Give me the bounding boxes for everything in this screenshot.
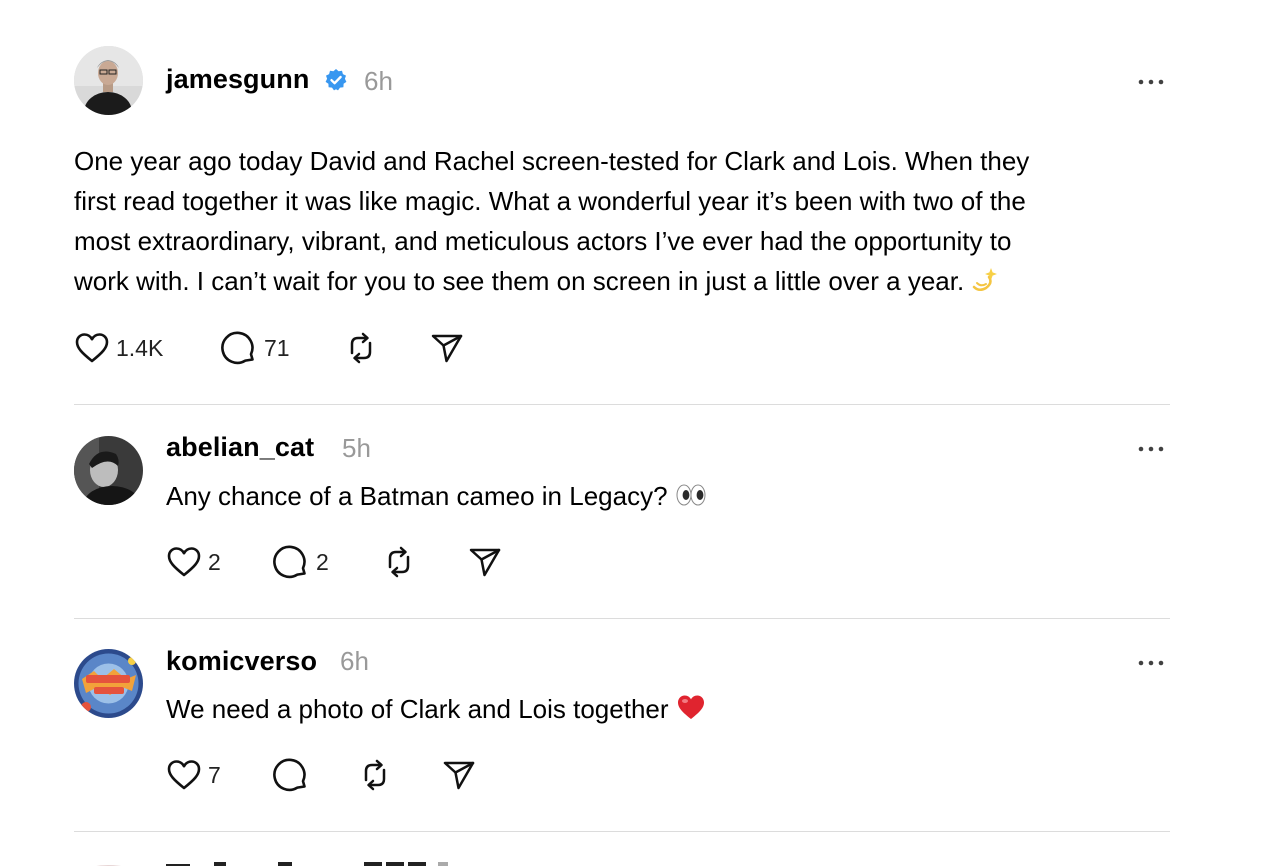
- share-button[interactable]: [466, 542, 504, 582]
- avatar[interactable]: [74, 649, 143, 718]
- timestamp[interactable]: 6h: [364, 66, 393, 97]
- username[interactable]: abelian_cat: [166, 432, 314, 463]
- send-icon: [443, 761, 475, 790]
- reply-icon: [273, 545, 306, 579]
- reply-text: We need a photo of Clark and Lois togeth…: [166, 689, 1066, 732]
- avatar[interactable]: [74, 46, 143, 115]
- repost-button[interactable]: [356, 755, 394, 795]
- avatar[interactable]: [74, 436, 143, 505]
- send-icon: [469, 548, 501, 577]
- username[interactable]: komicverso: [166, 646, 317, 677]
- dizzy-emoji-icon: [971, 264, 999, 304]
- share-button[interactable]: [440, 755, 478, 795]
- reply-button[interactable]: 71: [220, 328, 290, 368]
- like-count: 1.4K: [116, 334, 164, 361]
- like-count: 2: [208, 548, 221, 575]
- divider: [74, 831, 1170, 832]
- reply-count: 71: [264, 334, 290, 361]
- repost-icon: [364, 759, 386, 791]
- verified-badge-icon: [324, 68, 348, 92]
- like-count: 7: [208, 761, 221, 788]
- heart-icon: [167, 760, 201, 790]
- red-heart-emoji-icon: [676, 692, 706, 732]
- reply-action-bar: 7: [166, 755, 496, 795]
- reply-button[interactable]: [272, 755, 310, 795]
- post-text-line: most extraordinary, vibrant, and meticul…: [74, 226, 1012, 256]
- reply-action-bar: 2 2: [166, 542, 526, 582]
- like-button[interactable]: 1.4K: [74, 328, 163, 368]
- divider: [74, 404, 1170, 405]
- more-options-icon[interactable]: [1136, 444, 1166, 454]
- reply-icon: [273, 758, 306, 792]
- repost-icon: [350, 332, 372, 364]
- post-text-line: One year ago today David and Rachel scre…: [74, 146, 1030, 176]
- reply-count: 2: [316, 548, 329, 575]
- next-reply-partial: [74, 852, 594, 866]
- timestamp[interactable]: 5h: [342, 433, 371, 464]
- divider: [74, 618, 1170, 619]
- reply-button[interactable]: 2: [272, 542, 329, 582]
- send-icon: [431, 334, 463, 363]
- heart-icon: [75, 333, 109, 363]
- more-options-icon[interactable]: [1136, 77, 1166, 87]
- username[interactable]: jamesgunn: [166, 64, 309, 95]
- reply-icon: [221, 331, 254, 365]
- share-button[interactable]: [428, 328, 466, 368]
- post-text: One year ago today David and Rachel scre…: [74, 141, 1184, 304]
- post-text-line: first read together it was like magic. W…: [74, 186, 1026, 216]
- post-text-line: work with. I can’t wait for you to see t…: [74, 261, 1184, 304]
- post-action-bar: 1.4K 71: [74, 328, 494, 368]
- thread-view: jamesgunn 6h One year ago today David an…: [0, 0, 1280, 866]
- repost-button[interactable]: [380, 542, 418, 582]
- repost-button[interactable]: [342, 328, 380, 368]
- eyes-emoji-icon: [675, 479, 707, 519]
- heart-icon: [167, 547, 201, 577]
- repost-icon: [388, 546, 410, 578]
- more-options-icon[interactable]: [1136, 658, 1166, 668]
- timestamp[interactable]: 6h: [340, 646, 369, 677]
- like-button[interactable]: 2: [166, 542, 221, 582]
- reply-text: Any chance of a Batman cameo in Legacy?: [166, 476, 1066, 519]
- like-button[interactable]: 7: [166, 755, 221, 795]
